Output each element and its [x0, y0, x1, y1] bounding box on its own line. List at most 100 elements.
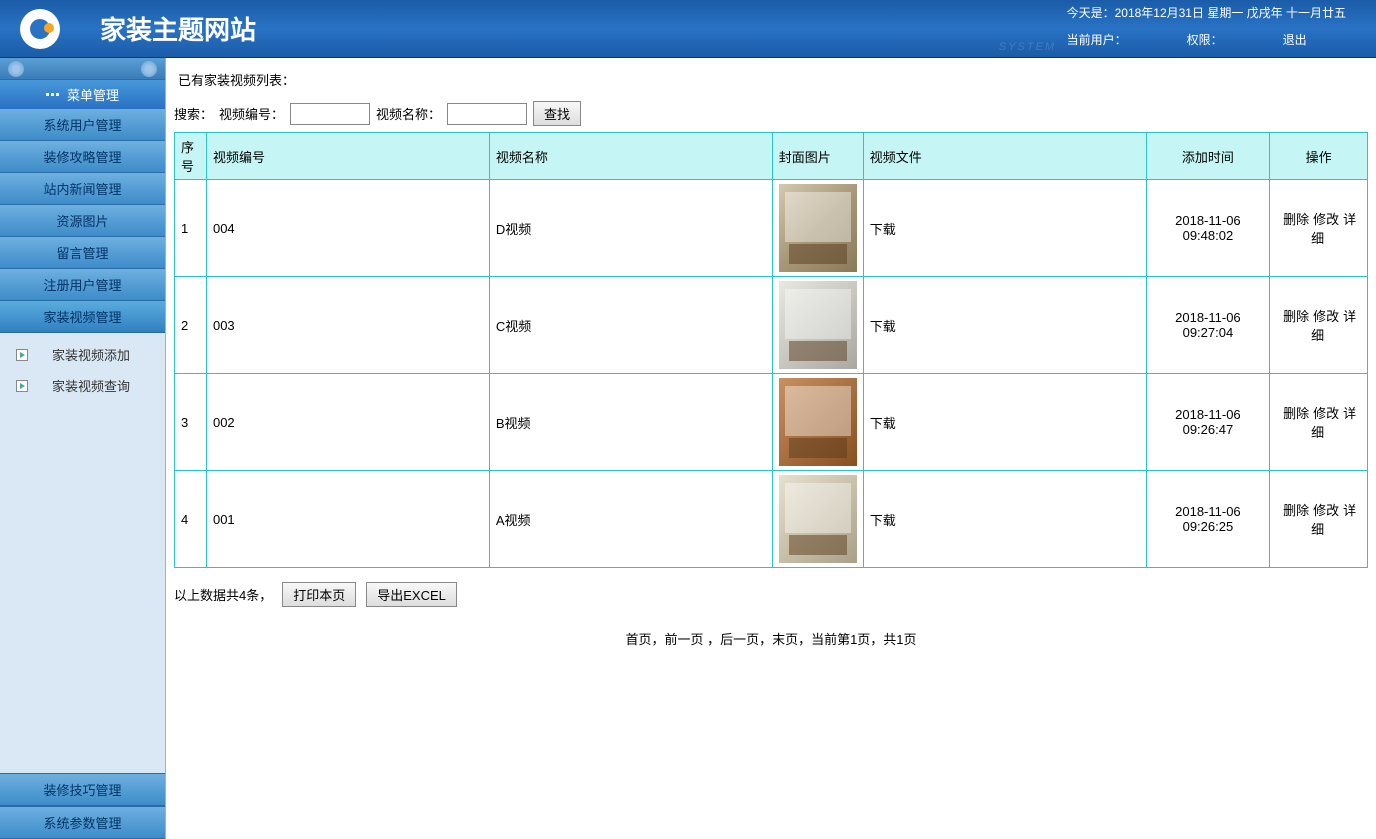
- edit-link[interactable]: 修改: [1313, 503, 1339, 518]
- delete-link[interactable]: 删除: [1283, 309, 1309, 324]
- sub-item-label: 家装视频查询: [52, 376, 130, 395]
- nav-register-user[interactable]: 注册用户管理: [0, 269, 165, 301]
- cell-code: 003: [206, 277, 489, 374]
- col-op: 操作: [1270, 133, 1368, 180]
- nav-system-user[interactable]: 系统用户管理: [0, 109, 165, 141]
- current-date: 今天是：2018年12月31日 星期一 戊戌年 十一月廿五: [1067, 4, 1346, 21]
- search-bar: 搜索： 视频编号： 视频名称： 查找: [174, 101, 1368, 126]
- video-code-input[interactable]: [290, 103, 370, 125]
- grid-icon: [46, 93, 59, 96]
- sidebar-spacer: [0, 415, 165, 773]
- delete-link[interactable]: 删除: [1283, 212, 1309, 227]
- cell-time: 2018-11-06 09:26:25: [1146, 471, 1270, 568]
- cell-seq: 2: [175, 277, 207, 374]
- menu-title: 菜单管理: [67, 85, 119, 104]
- record-count: 以上数据共4条，: [174, 585, 272, 604]
- export-excel-button[interactable]: 导出EXCEL: [366, 582, 457, 607]
- sidebar: 菜单管理 系统用户管理 装修攻略管理 站内新闻管理 资源图片 留言管理 注册用户…: [0, 58, 166, 839]
- video-name-input[interactable]: [447, 103, 527, 125]
- nav-system-param[interactable]: 系统参数管理: [0, 806, 165, 839]
- footer-bar: 以上数据共4条， 打印本页 导出EXCEL: [174, 582, 1368, 607]
- cover-thumbnail[interactable]: [779, 281, 857, 369]
- cover-thumbnail[interactable]: [779, 184, 857, 272]
- download-link[interactable]: 下载: [870, 222, 896, 237]
- search-button[interactable]: 查找: [533, 101, 581, 126]
- cell-seq: 4: [175, 471, 207, 568]
- list-title: 已有家装视频列表：: [174, 70, 1368, 89]
- cell-file: 下载: [863, 277, 1146, 374]
- col-name: 视频名称: [489, 133, 772, 180]
- table-row: 2003C视频 下载 2018-11-06 09:27:04删除修改详细: [175, 277, 1368, 374]
- site-title: 家装主题网站: [100, 10, 256, 47]
- delete-link[interactable]: 删除: [1283, 503, 1309, 518]
- logout-link[interactable]: 退出: [1283, 31, 1307, 48]
- sub-menu: 家装视频添加 家装视频查询: [0, 333, 165, 415]
- cell-file: 下载: [863, 471, 1146, 568]
- table-row: 4001A视频下载2018-11-06 09:26:25删除修改详细: [175, 471, 1368, 568]
- col-cover: 封面图片: [772, 133, 863, 180]
- permission-label: 权限：: [1187, 31, 1223, 48]
- cell-file: 下载: [863, 180, 1146, 277]
- cover-thumbnail[interactable]: [779, 475, 857, 563]
- cell-cover: [772, 471, 863, 568]
- nav-resource-image[interactable]: 资源图片: [0, 205, 165, 237]
- pagination: 首页，前一页 ，后一页，末页，当前第1页，共1页: [174, 629, 1368, 648]
- cell-code: 002: [206, 374, 489, 471]
- cell-code: 004: [206, 180, 489, 277]
- cell-name: D视频: [489, 180, 772, 277]
- sub-item-label: 家装视频添加: [52, 345, 130, 364]
- sub-video-query[interactable]: 家装视频查询: [0, 370, 165, 401]
- nav-message[interactable]: 留言管理: [0, 237, 165, 269]
- nav-decoration-strategy[interactable]: 装修攻略管理: [0, 141, 165, 173]
- edit-link[interactable]: 修改: [1313, 406, 1339, 421]
- col-time: 添加时间: [1146, 133, 1270, 180]
- search-label: 搜索：: [174, 104, 213, 123]
- download-link[interactable]: 下载: [870, 319, 896, 334]
- name-label: 视频名称：: [376, 104, 441, 123]
- pagination-text[interactable]: 首页，前一页 ，后一页，末页，当前第1页，共1页: [625, 632, 916, 647]
- current-user-label: 当前用户：: [1067, 31, 1127, 48]
- cell-file: 下载: [863, 374, 1146, 471]
- sub-video-add[interactable]: 家装视频添加: [0, 339, 165, 370]
- col-seq: 序号: [175, 133, 207, 180]
- app-header: 家装主题网站 SYSTEM 今天是：2018年12月31日 星期一 戊戌年 十一…: [0, 0, 1376, 58]
- nav-site-news[interactable]: 站内新闻管理: [0, 173, 165, 205]
- cell-name: B视频: [489, 374, 772, 471]
- cell-cover: [772, 180, 863, 277]
- code-label: 视频编号：: [219, 104, 284, 123]
- logo-icon: [20, 9, 60, 49]
- delete-link[interactable]: 删除: [1283, 406, 1309, 421]
- nav-decoration-skill[interactable]: 装修技巧管理: [0, 773, 165, 806]
- table-header-row: 序号 视频编号 视频名称 封面图片 视频文件 添加时间 操作: [175, 133, 1368, 180]
- sidebar-decoration: [0, 58, 165, 80]
- cell-cover: [772, 277, 863, 374]
- cell-name: A视频: [489, 471, 772, 568]
- nav-home-video[interactable]: 家装视频管理: [0, 301, 165, 333]
- edit-link[interactable]: 修改: [1313, 212, 1339, 227]
- col-file: 视频文件: [863, 133, 1146, 180]
- cell-time: 2018-11-06 09:48:02: [1146, 180, 1270, 277]
- header-right: 今天是：2018年12月31日 星期一 戊戌年 十一月廿五 当前用户： 权限： …: [1067, 4, 1346, 48]
- cover-thumbnail[interactable]: [779, 378, 857, 466]
- system-watermark: SYSTEM: [999, 41, 1056, 53]
- menu-header: 菜单管理: [0, 80, 165, 109]
- download-link[interactable]: 下载: [870, 416, 896, 431]
- col-code: 视频编号: [206, 133, 489, 180]
- print-button[interactable]: 打印本页: [282, 582, 356, 607]
- cell-time: 2018-11-06 09:26:47: [1146, 374, 1270, 471]
- cell-op: 删除修改详细: [1270, 277, 1368, 374]
- cell-name: C视频: [489, 277, 772, 374]
- video-table: 序号 视频编号 视频名称 封面图片 视频文件 添加时间 操作 1004D视频下载…: [174, 132, 1368, 568]
- download-link[interactable]: 下载: [870, 513, 896, 528]
- cell-seq: 3: [175, 374, 207, 471]
- cell-cover: [772, 374, 863, 471]
- cell-op: 删除修改详细: [1270, 471, 1368, 568]
- table-row: 3002B视频 下载 2018-11-06 09:26:47删除修改详细: [175, 374, 1368, 471]
- play-icon: [16, 349, 28, 361]
- edit-link[interactable]: 修改: [1313, 309, 1339, 324]
- cell-op: 删除修改详细: [1270, 374, 1368, 471]
- main-content: 已有家装视频列表： 搜索： 视频编号： 视频名称： 查找 序号 视频编号 视频名…: [166, 58, 1376, 839]
- play-icon: [16, 380, 28, 392]
- cell-op: 删除修改详细: [1270, 180, 1368, 277]
- cell-time: 2018-11-06 09:27:04: [1146, 277, 1270, 374]
